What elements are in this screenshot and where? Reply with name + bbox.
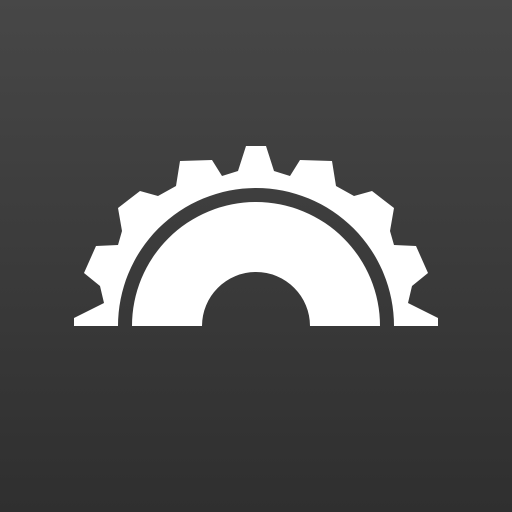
gear-hub [132, 202, 380, 326]
half-gear-icon [74, 146, 438, 326]
app-icon [0, 0, 512, 512]
